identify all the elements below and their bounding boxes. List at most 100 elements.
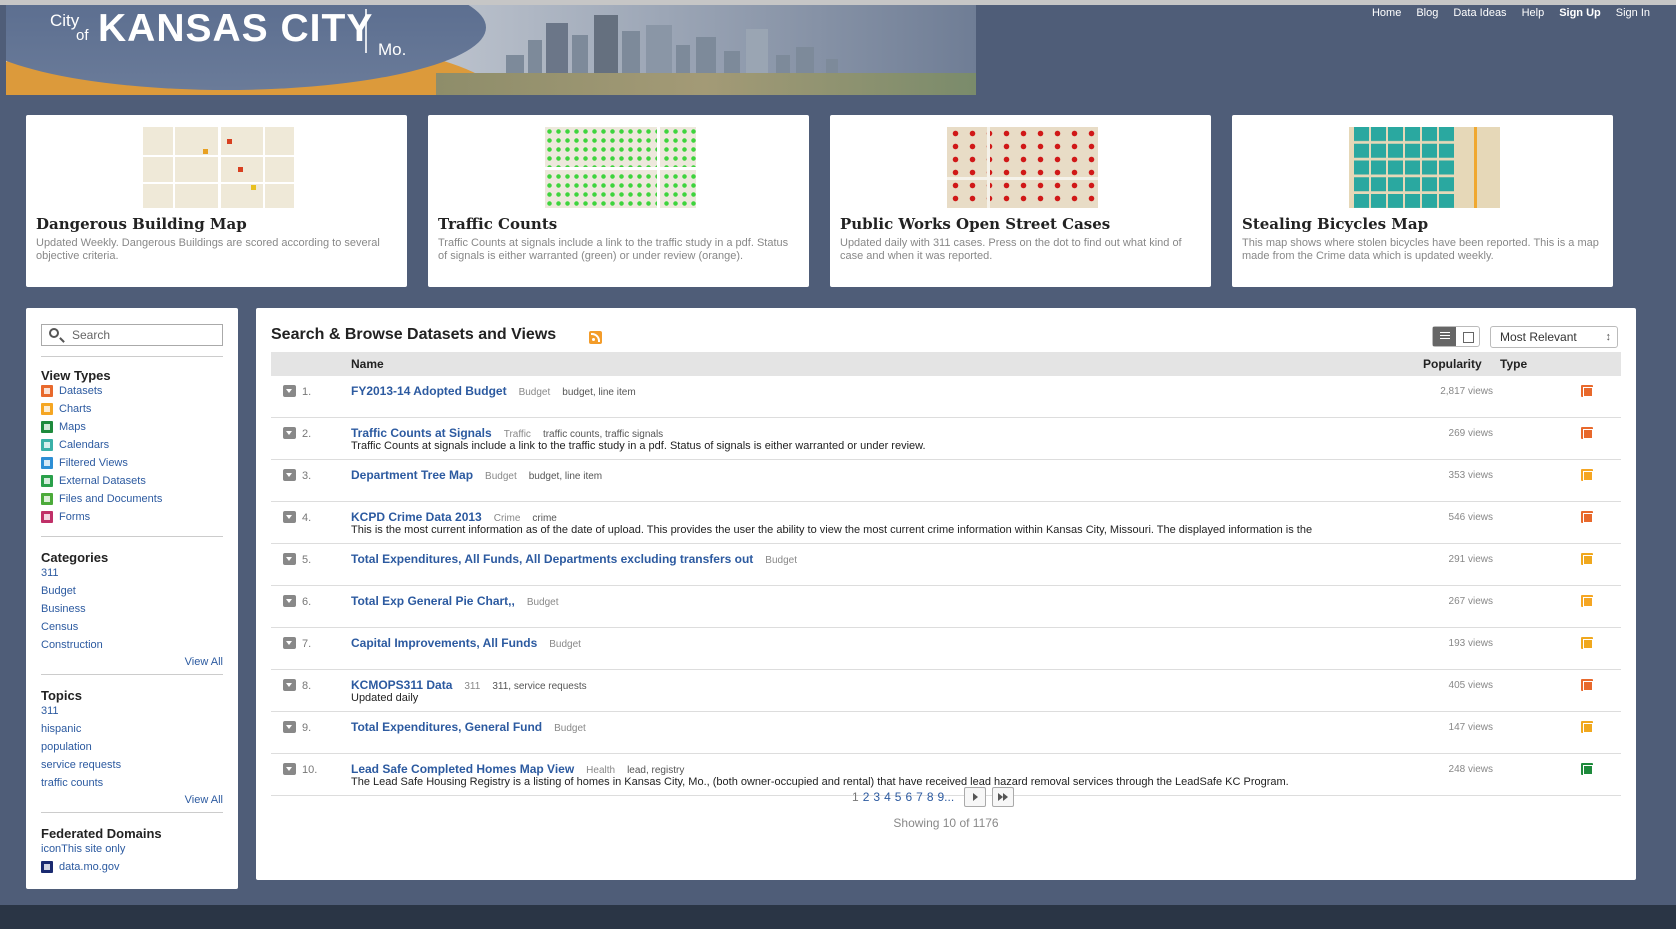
map-thumbnail[interactable]: [947, 127, 1098, 208]
featured-card-dangerous-building[interactable]: Dangerous Building Map Updated Weekly. D…: [26, 115, 407, 287]
view-type-charts[interactable]: Charts: [41, 400, 223, 418]
dataset-tags: 311, service requests: [492, 681, 587, 692]
expand-row-toggle[interactable]: [283, 763, 296, 775]
dataset-name-link[interactable]: KCPD Crime Data 2013: [351, 510, 482, 524]
topic-item[interactable]: traffic counts: [41, 774, 223, 792]
pagination: 1 2 3 4 5 6 7 8 9...: [852, 787, 1015, 807]
search-input[interactable]: [72, 327, 212, 343]
dataset-name-link[interactable]: Lead Safe Completed Homes Map View: [351, 762, 574, 776]
expand-row-toggle[interactable]: [283, 721, 296, 733]
last-page-button[interactable]: [992, 787, 1015, 807]
rss-icon[interactable]: [589, 331, 602, 344]
expand-row-toggle[interactable]: [283, 511, 296, 523]
row-number: 10.: [302, 764, 318, 776]
view-count: 2,817 views: [1440, 386, 1493, 397]
categories-view-all-link[interactable]: View All: [185, 656, 223, 668]
expand-row-toggle[interactable]: [283, 679, 296, 691]
expand-row-toggle[interactable]: [283, 385, 296, 397]
page-link[interactable]: 9...: [938, 790, 955, 804]
dataset-name-link[interactable]: FY2013-14 Adopted Budget: [351, 384, 507, 398]
view-type-external-datasets[interactable]: External Datasets: [41, 472, 223, 490]
dataset-name-link[interactable]: Traffic Counts at Signals: [351, 426, 492, 440]
featured-card-public-works[interactable]: Public Works Open Street Cases Updated d…: [830, 115, 1211, 287]
list-view-button[interactable]: [1433, 327, 1456, 346]
expand-row-toggle[interactable]: [283, 553, 296, 565]
federated-item-this-site[interactable]: iconThis site only: [41, 840, 223, 858]
category-item[interactable]: Budget: [41, 582, 223, 600]
sidebar-search[interactable]: [41, 324, 223, 346]
view-type-calendars[interactable]: Calendars: [41, 436, 223, 454]
table-row: 8. KCMOPS311 Data 311 311, service request…: [271, 670, 1621, 712]
row-number: 6.: [302, 596, 312, 608]
featured-card-stealing-bicycles[interactable]: Stealing Bicycles Map This map shows whe…: [1232, 115, 1613, 287]
dataset-tags: budget, line item: [528, 471, 603, 482]
map-thumbnail[interactable]: [545, 127, 696, 208]
featured-card-traffic-counts[interactable]: Traffic Counts Traffic Counts at signals…: [428, 115, 809, 287]
dataset-tags: traffic counts, traffic signals: [542, 429, 664, 440]
dataset-name-link[interactable]: KCMOPS311 Data: [351, 678, 452, 692]
map-thumbnail[interactable]: [143, 127, 294, 208]
sort-select[interactable]: Most Relevant: [1490, 326, 1618, 348]
page-link[interactable]: 2: [863, 790, 870, 804]
nav-sign-up-link[interactable]: Sign Up: [1559, 7, 1601, 19]
category-item[interactable]: Census: [41, 618, 223, 636]
view-type-maps[interactable]: Maps: [41, 418, 223, 436]
topic-item[interactable]: service requests: [41, 756, 223, 774]
dataset-type-icon: [1581, 679, 1593, 691]
page-link[interactable]: 3: [873, 790, 880, 804]
column-header-name[interactable]: Name: [351, 357, 384, 371]
chart-type-icon: [1581, 595, 1593, 607]
nav-blog-link[interactable]: Blog: [1416, 7, 1438, 19]
dataset-name-link[interactable]: Total Expenditures, All Funds, All Depar…: [351, 552, 753, 566]
dataset-name-link[interactable]: Capital Improvements, All Funds: [351, 636, 537, 650]
card-title[interactable]: Traffic Counts: [438, 215, 557, 233]
column-header-popularity[interactable]: Popularity: [1423, 357, 1482, 371]
topic-item[interactable]: 311: [41, 702, 223, 720]
card-title[interactable]: Stealing Bicycles Map: [1242, 215, 1428, 233]
card-title[interactable]: Dangerous Building Map: [36, 215, 247, 233]
page-link[interactable]: 5: [895, 790, 902, 804]
dataset-name-link[interactable]: Total Exp General Pie Chart,,: [351, 594, 515, 608]
view-type-datasets[interactable]: Datasets: [41, 382, 223, 400]
view-type-files-documents[interactable]: Files and Documents: [41, 490, 223, 508]
nav-sign-in-link[interactable]: Sign In: [1616, 7, 1650, 19]
dataset-category: Crime: [493, 513, 521, 524]
topics-heading: Topics: [41, 688, 82, 703]
next-page-button[interactable]: [964, 787, 987, 807]
logo-kansas-city[interactable]: KANSAS CITY: [98, 7, 373, 51]
category-item[interactable]: 311: [41, 564, 223, 582]
category-item[interactable]: Business: [41, 600, 223, 618]
nav-home-link[interactable]: Home: [1372, 7, 1401, 19]
expand-row-toggle[interactable]: [283, 637, 296, 649]
topic-item[interactable]: population: [41, 738, 223, 756]
topics-view-all-link[interactable]: View All: [185, 794, 223, 806]
logo-city-text: City: [50, 11, 80, 30]
expand-row-toggle[interactable]: [283, 427, 296, 439]
rich-view-button[interactable]: [1456, 327, 1479, 346]
card-title[interactable]: Public Works Open Street Cases: [840, 215, 1110, 233]
page-link[interactable]: 8: [927, 790, 934, 804]
dataset-category: Budget: [554, 723, 586, 734]
divider: [41, 356, 223, 357]
skyline-image: [436, 11, 976, 95]
federated-item-data-mo-gov[interactable]: data.mo.gov: [41, 858, 223, 876]
dataset-tags: crime: [532, 513, 557, 524]
nav-help-link[interactable]: Help: [1522, 7, 1545, 19]
filter-sidebar: View Types Datasets Charts Maps Calendar…: [26, 308, 238, 889]
dataset-name-link[interactable]: Total Expenditures, General Fund: [351, 720, 542, 734]
expand-row-toggle[interactable]: [283, 595, 296, 607]
dataset-type-icon: [1581, 427, 1593, 439]
map-thumbnail[interactable]: [1349, 127, 1500, 208]
category-item[interactable]: Construction: [41, 636, 223, 654]
nav-data-ideas-link[interactable]: Data Ideas: [1453, 7, 1506, 19]
view-type-forms[interactable]: Forms: [41, 508, 223, 526]
page-link[interactable]: 4: [884, 790, 891, 804]
column-header-type[interactable]: Type: [1500, 357, 1527, 371]
external-link-icon: [41, 475, 53, 487]
topic-item[interactable]: hispanic: [41, 720, 223, 738]
expand-row-toggle[interactable]: [283, 469, 296, 481]
page-link[interactable]: 7: [916, 790, 923, 804]
dataset-name-link[interactable]: Department Tree Map: [351, 468, 473, 482]
view-type-filtered-views[interactable]: Filtered Views: [41, 454, 223, 472]
page-link[interactable]: 6: [905, 790, 912, 804]
